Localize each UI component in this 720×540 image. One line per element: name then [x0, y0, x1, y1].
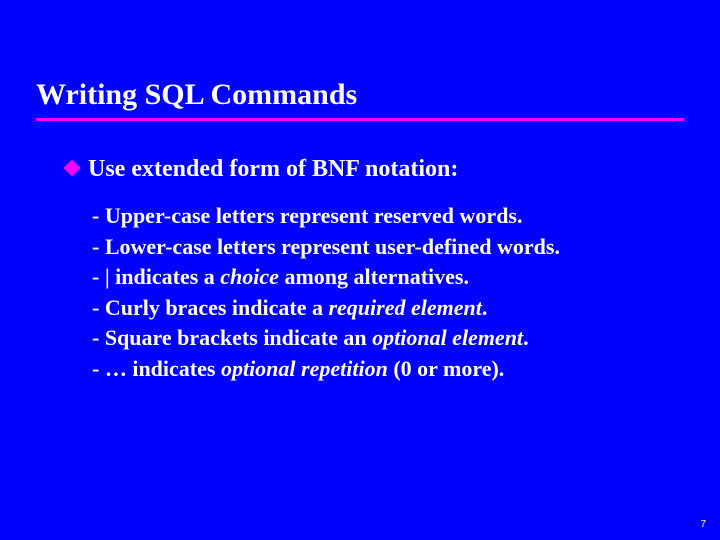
list-item: - Lower-case letters represent user-defi… — [92, 233, 680, 262]
title-block: Writing SQL Commands — [36, 78, 684, 121]
list-item-italic: optional element — [372, 325, 523, 350]
list-item-pre: - Upper-case letters represent reserved … — [92, 203, 523, 228]
list-item-post: (0 or more). — [388, 356, 504, 381]
list-item: - Upper-case letters represent reserved … — [92, 202, 680, 231]
list-item: - Curly braces indicate a required eleme… — [92, 294, 680, 323]
list-item: - Square brackets indicate an optional e… — [92, 324, 680, 353]
list-item-post: . — [523, 325, 529, 350]
list-item-italic: choice — [220, 264, 279, 289]
main-bullet: Use extended form of BNF notation: — [66, 156, 680, 183]
main-bullet-lead: Use — [88, 156, 125, 182]
list-item-pre: - Square brackets indicate an — [92, 325, 372, 350]
slide: Writing SQL Commands Use extended form o… — [0, 0, 720, 540]
list-item-italic: optional repetition — [221, 356, 388, 381]
list-item-pre: - Curly braces indicate a — [92, 295, 328, 320]
list-item-pre: - Lower-case letters represent user-defi… — [92, 234, 560, 259]
slide-title: Writing SQL Commands — [36, 78, 684, 118]
page-number: 7 — [700, 519, 706, 530]
list-item-pre: - | indicates a — [92, 264, 220, 289]
diamond-bullet-icon — [64, 160, 81, 177]
main-bullet-rest: extended form of BNF notation: — [125, 156, 458, 182]
list-item: - … indicates optional repetition (0 or … — [92, 355, 680, 384]
list-item-post: among alternatives. — [279, 264, 469, 289]
main-bullet-text: Use extended form of BNF notation: — [88, 156, 458, 183]
list-item-post: . — [482, 295, 488, 320]
title-underline — [36, 118, 684, 121]
list-item: - | indicates a choice among alternative… — [92, 263, 680, 292]
bnf-list: - Upper-case letters represent reserved … — [92, 202, 680, 386]
list-item-pre: - … indicates — [92, 356, 221, 381]
list-item-italic: required element — [328, 295, 481, 320]
